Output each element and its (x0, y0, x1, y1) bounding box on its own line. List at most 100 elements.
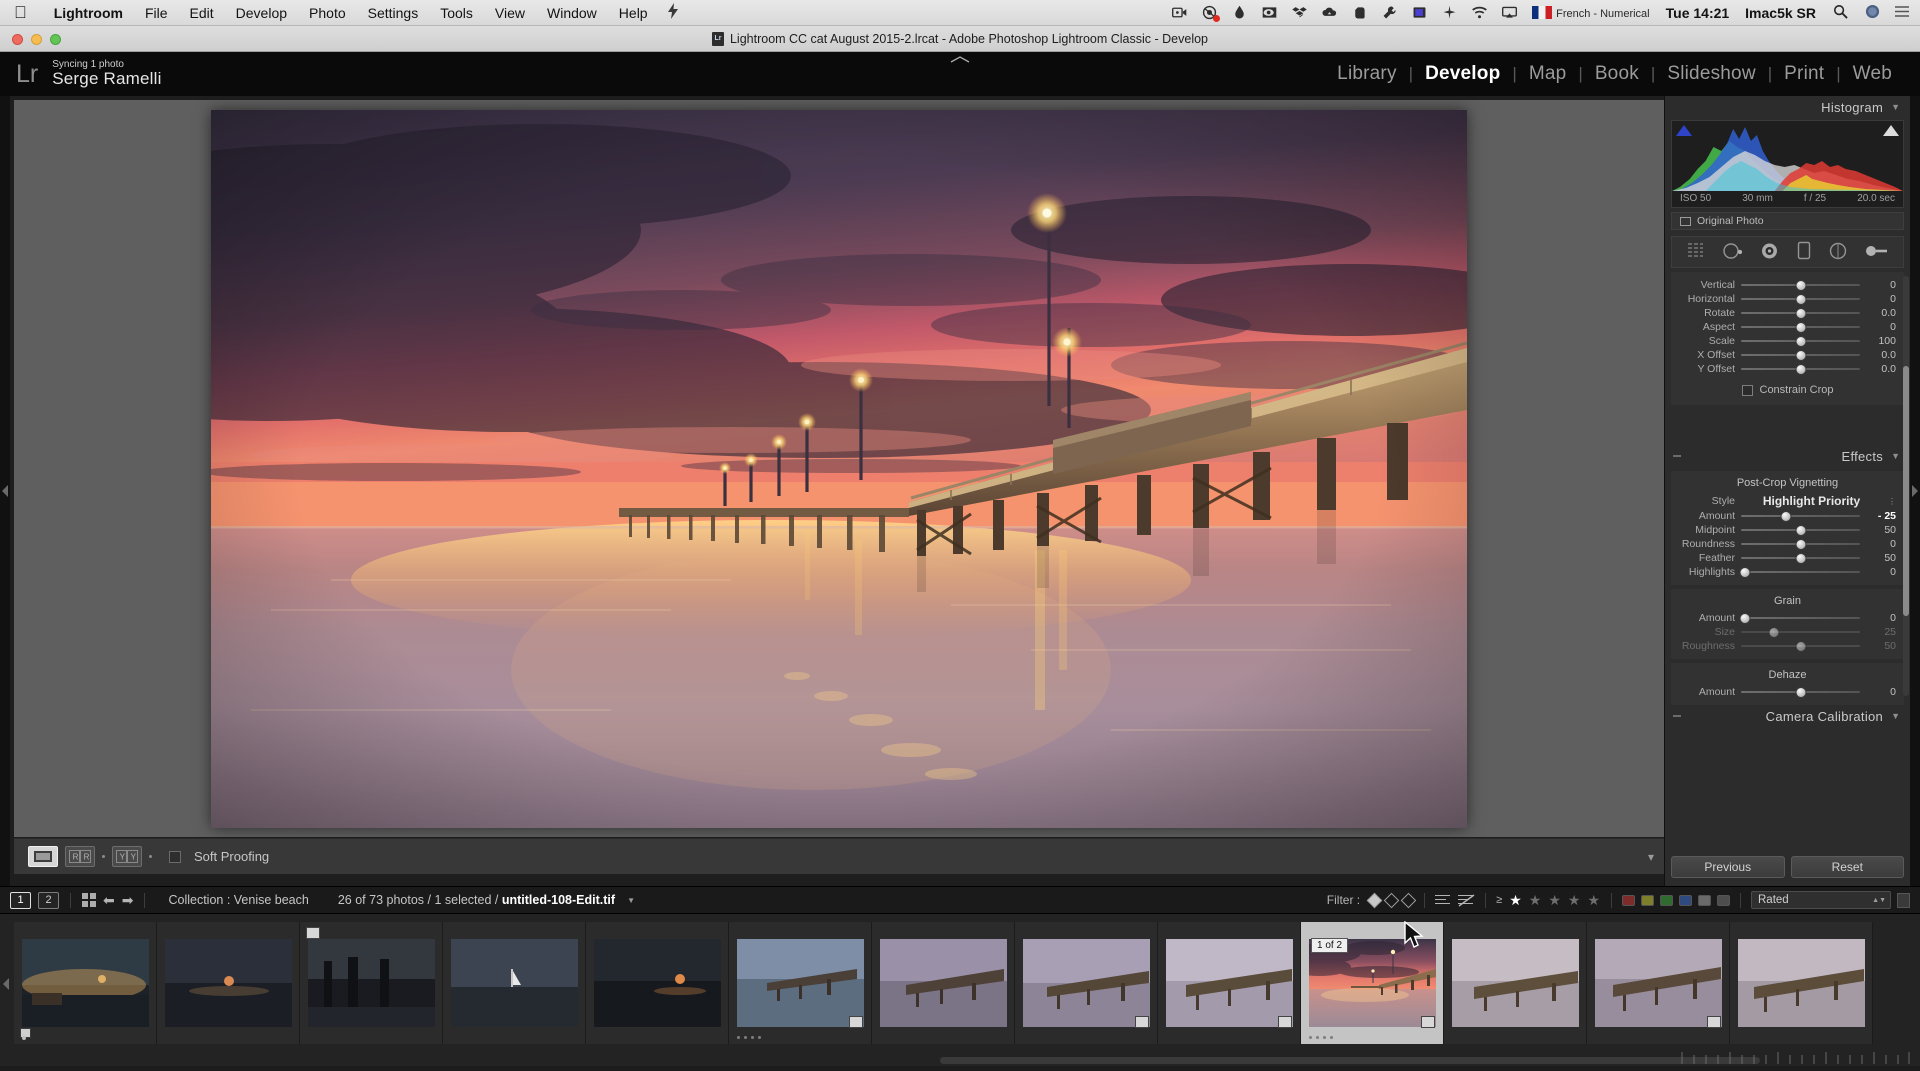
list-item[interactable] (1158, 922, 1301, 1044)
slider-track[interactable] (1741, 640, 1860, 652)
toolbar-collapse-icon[interactable]: ▾ (1648, 850, 1654, 864)
compare-view-button[interactable]: RR (65, 846, 95, 867)
list-item[interactable] (729, 922, 872, 1044)
color-label-blue[interactable] (1679, 894, 1692, 906)
slider-value[interactable]: 0 (1866, 538, 1896, 550)
vignette-style-value[interactable]: Highlight Priority (1743, 494, 1880, 508)
star-5[interactable]: ★ (1587, 892, 1601, 909)
slider-dehaze-amount[interactable]: Amount 0 (1671, 685, 1904, 699)
menu-view[interactable]: View (484, 5, 536, 21)
star-2[interactable]: ★ (1529, 892, 1543, 909)
spot-removal-icon[interactable] (1722, 242, 1744, 263)
slider-grain-roughness[interactable]: Roughness 50 (1671, 639, 1904, 653)
module-library[interactable]: Library (1325, 63, 1408, 85)
navigate-back-icon[interactable]: ⬅ (103, 892, 115, 909)
slider-value[interactable]: 50 (1866, 524, 1896, 536)
slider-value[interactable]: 0 (1866, 612, 1896, 624)
slider-value[interactable]: 0 (1866, 279, 1896, 291)
slider-scale[interactable]: Scale 100 (1671, 334, 1904, 348)
slider-track[interactable] (1741, 626, 1860, 638)
lightning-icon[interactable] (667, 3, 679, 22)
menubar-user[interactable]: Imac5k SR (1737, 5, 1824, 21)
list-item[interactable] (300, 922, 443, 1044)
adjustment-brush-icon[interactable] (1865, 243, 1889, 262)
slider-track[interactable] (1741, 293, 1860, 305)
wifi-icon[interactable] (1471, 4, 1488, 21)
list-item[interactable] (1444, 922, 1587, 1044)
zoom-button[interactable] (50, 34, 61, 45)
list-item[interactable] (1587, 922, 1730, 1044)
color-label-purple[interactable] (1698, 894, 1711, 906)
slider-vignette-amount[interactable]: Amount - 25 (1671, 509, 1904, 523)
slider-track[interactable] (1739, 566, 1860, 578)
before-after-view-button[interactable]: YY (112, 846, 142, 867)
window-resize-grip[interactable] (947, 51, 973, 63)
compass-icon[interactable] (1441, 4, 1458, 21)
slider-track[interactable] (1741, 307, 1860, 319)
loupe-view-button[interactable] (28, 846, 58, 867)
red-eye-icon[interactable] (1760, 242, 1779, 263)
star-4[interactable]: ★ (1568, 892, 1582, 909)
slider-value[interactable]: 0.0 (1866, 363, 1896, 375)
attribute-off-icon[interactable] (1458, 893, 1475, 907)
siri-icon[interactable] (1857, 4, 1888, 22)
slider-vignette-feather[interactable]: Feather 50 (1671, 551, 1904, 565)
module-map[interactable]: Map (1517, 63, 1579, 85)
constrain-crop-row[interactable]: Constrain Crop (1671, 381, 1904, 399)
slider-track[interactable] (1741, 510, 1860, 522)
list-item[interactable] (586, 922, 729, 1044)
filmstrip-scroll-left[interactable] (0, 914, 12, 1054)
attribute-filter-icon[interactable] (1435, 894, 1452, 907)
chevron-down-icon[interactable]: ▼ (1891, 451, 1900, 461)
constrain-crop-checkbox[interactable] (1741, 384, 1753, 396)
color-label-red[interactable] (1622, 894, 1635, 906)
original-photo-row[interactable]: Original Photo (1671, 212, 1904, 230)
rating-operator[interactable]: ≥ (1496, 894, 1502, 906)
radial-filter-icon[interactable] (1828, 242, 1848, 263)
slider-track[interactable] (1741, 321, 1860, 333)
effects-panel-header[interactable]: Effects ▼ (1665, 445, 1910, 467)
cloud-icon[interactable] (1321, 4, 1338, 21)
slider-value[interactable]: 50 (1866, 640, 1896, 652)
wrench-icon[interactable] (1381, 4, 1398, 21)
display-1-button[interactable]: 1 (10, 891, 31, 909)
menu-edit[interactable]: Edit (179, 5, 225, 21)
reset-button[interactable]: Reset (1790, 856, 1904, 878)
slider-value[interactable]: 50 (1866, 552, 1896, 564)
slider-horizontal[interactable]: Horizontal 0 (1671, 292, 1904, 306)
slider-track[interactable] (1741, 538, 1860, 550)
view-mode-dot[interactable] (102, 855, 105, 858)
star-3[interactable]: ★ (1548, 892, 1562, 909)
menu-develop[interactable]: Develop (225, 5, 298, 21)
image-canvas[interactable] (14, 100, 1664, 837)
input-language-indicator[interactable]: French - Numerical (1524, 5, 1658, 20)
flag-unflagged-icon[interactable] (1383, 892, 1400, 908)
list-item[interactable] (1730, 922, 1873, 1044)
slider-value[interactable]: 100 (1866, 335, 1896, 347)
list-item[interactable] (157, 922, 300, 1044)
slider-value[interactable]: 0.0 (1866, 307, 1896, 319)
slider-vignette-highlights[interactable]: Highlights 0 (1671, 565, 1904, 579)
menu-photo[interactable]: Photo (298, 5, 357, 21)
filmstrip-scrollbar[interactable] (940, 1057, 1760, 1064)
airplay-icon[interactable] (1501, 4, 1518, 21)
module-slideshow[interactable]: Slideshow (1655, 63, 1767, 85)
menubar-clock[interactable]: Tue 14:21 (1658, 5, 1738, 21)
star-1[interactable]: ★ (1509, 892, 1523, 909)
soft-proofing-checkbox[interactable] (169, 850, 181, 863)
navigate-forward-icon[interactable]: ➡ (122, 892, 134, 909)
chevron-down-icon[interactable]: ▼ (1891, 102, 1900, 112)
vignette-style-row[interactable]: Style Highlight Priority ⋮ (1671, 493, 1904, 509)
menu-help[interactable]: Help (608, 5, 659, 21)
slider-track[interactable] (1741, 552, 1860, 564)
slider-value[interactable]: 0 (1866, 321, 1896, 333)
histogram-graph[interactable]: ISO 50 30 mm f / 25 20.0 sec (1671, 120, 1904, 208)
slider-aspect[interactable]: Aspect 0 (1671, 320, 1904, 334)
list-item[interactable] (14, 922, 157, 1044)
filter-preset-select[interactable]: Rated ▲▼ (1751, 891, 1891, 909)
right-panel-toggle[interactable] (1910, 96, 1920, 886)
slider-vignette-midpoint[interactable]: Midpoint 50 (1671, 523, 1904, 537)
filter-lock-button[interactable] (1897, 892, 1910, 908)
chevron-down-icon[interactable]: ⋮ (1888, 497, 1896, 506)
dropbox-icon[interactable] (1291, 4, 1308, 21)
